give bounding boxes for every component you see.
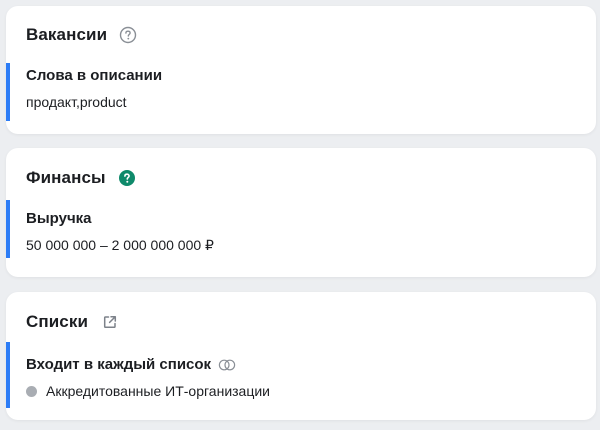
vacancies-header: Вакансии bbox=[26, 25, 137, 45]
filter-value: 50 000 000 – 2 000 000 000 ₽ bbox=[26, 237, 214, 253]
finance-revenue-filter[interactable]: Выручка 50 000 000 – 2 000 000 000 ₽ bbox=[6, 200, 214, 258]
question-circle-filled-icon[interactable] bbox=[118, 169, 136, 187]
finance-card: Финансы Выручка 50 000 000 – 2 000 000 0… bbox=[6, 148, 596, 277]
finance-header: Финансы bbox=[26, 168, 136, 188]
filter-label-text: Входит в каждый список bbox=[26, 356, 212, 373]
vacancies-title: Вакансии bbox=[26, 25, 108, 44]
intersection-circles-icon bbox=[218, 359, 236, 371]
list-dot-icon bbox=[26, 385, 37, 397]
filter-label: Слова в описании bbox=[26, 67, 163, 84]
list-item-label: Аккредитованные ИТ-организации bbox=[46, 383, 270, 399]
external-link-icon[interactable] bbox=[102, 314, 118, 330]
vacancies-card: Вакансии Слова в описании продакт,produc… bbox=[6, 6, 596, 134]
vacancies-description-filter[interactable]: Слова в описании продакт,product bbox=[6, 63, 162, 121]
lists-header: Списки bbox=[26, 312, 118, 332]
lists-membership-filter[interactable]: Входит в каждый список Аккредитованные И… bbox=[6, 342, 270, 408]
lists-card: Списки Входит в каждый список Аккредитов… bbox=[6, 292, 596, 420]
question-circle-outline-icon[interactable] bbox=[119, 26, 137, 44]
lists-title: Списки bbox=[26, 312, 89, 331]
filter-value: продакт,product bbox=[26, 94, 127, 110]
filter-label: Входит в каждый список bbox=[26, 356, 270, 373]
filter-label: Выручка bbox=[26, 210, 92, 227]
finance-title: Финансы bbox=[26, 168, 106, 187]
list-item: Аккредитованные ИТ-организации bbox=[26, 383, 270, 399]
